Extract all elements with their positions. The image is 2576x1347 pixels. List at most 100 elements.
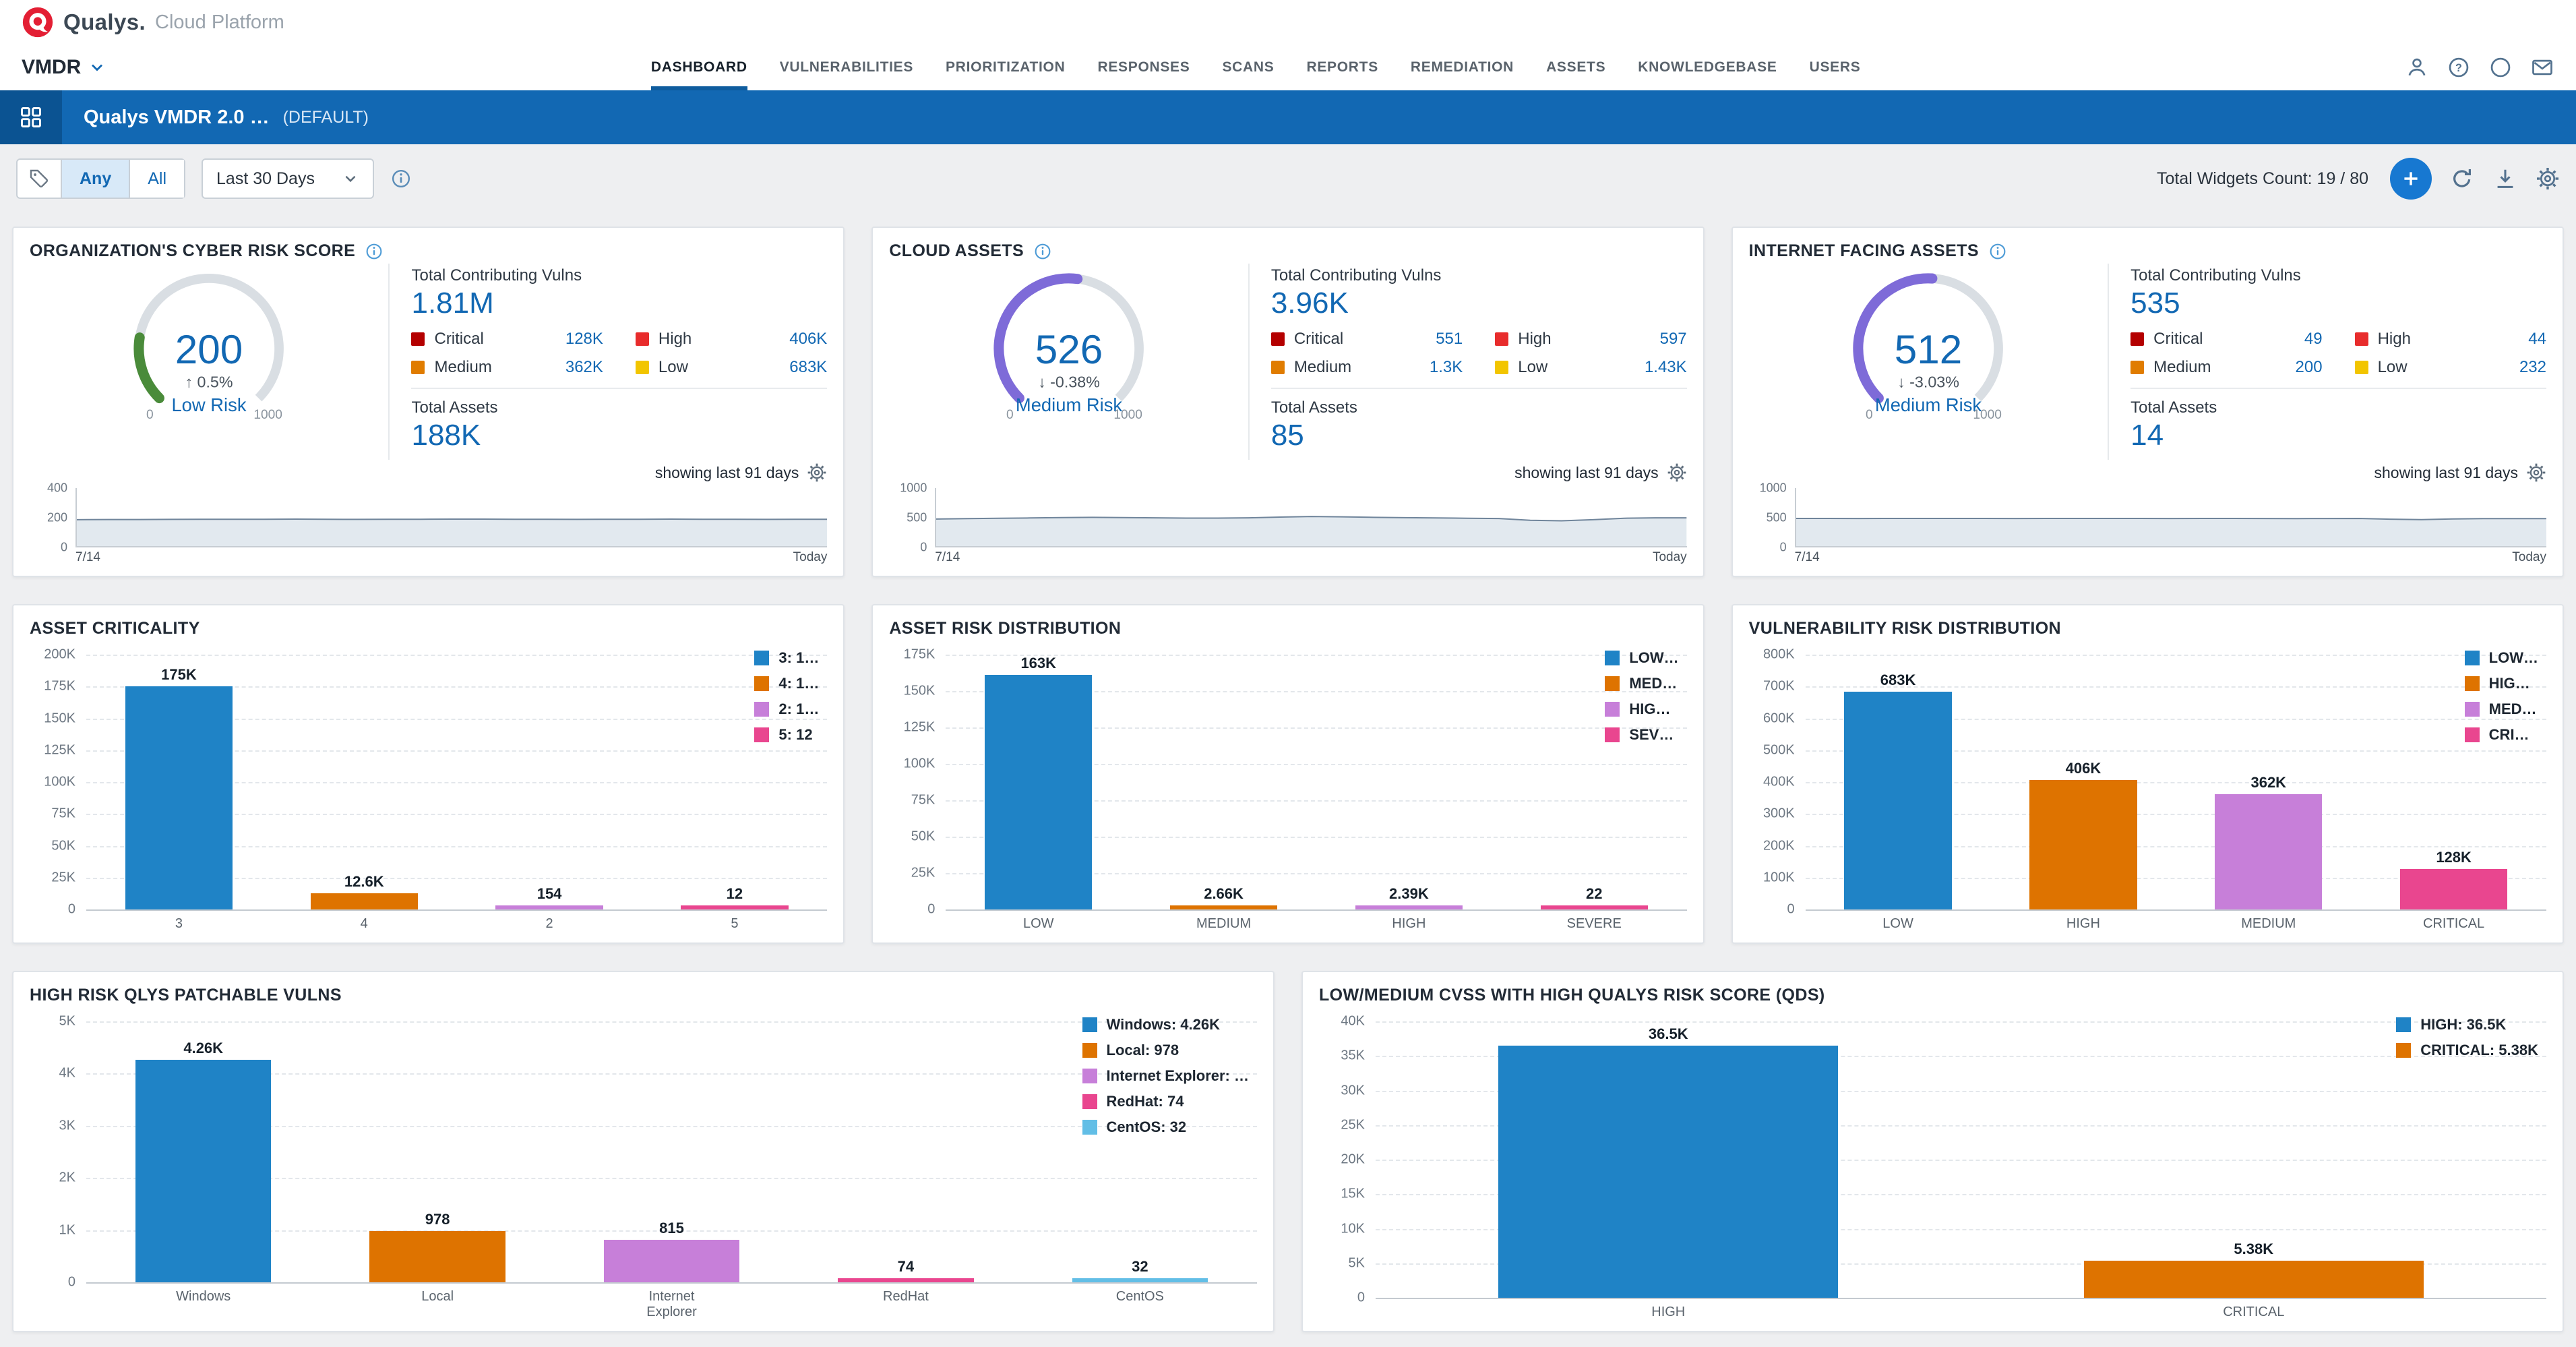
bar-3[interactable] [125, 686, 233, 909]
legend-item[interactable]: Internet Explorer: … [1082, 1067, 1249, 1085]
assets-value[interactable]: 85 [1271, 419, 1687, 452]
legend-item[interactable]: CRITICAL: 5.38K [2396, 1042, 2538, 1059]
bar-high[interactable] [1355, 905, 1463, 909]
legend-item[interactable]: Windows: 4.26K [1082, 1016, 1249, 1034]
nav-item-knowledgebase[interactable]: KNOWLEDGEBASE [1638, 44, 1777, 90]
severity-count-link[interactable]: 1.3K [1430, 358, 1463, 377]
bar-internet-explorer[interactable] [604, 1240, 739, 1282]
bar-redhat[interactable] [838, 1278, 973, 1282]
nav-item-remediation[interactable]: REMEDIATION [1411, 44, 1514, 90]
vulns-value[interactable]: 535 [2130, 287, 2546, 320]
bar-medium[interactable] [2215, 794, 2322, 909]
assets-value[interactable]: 188K [411, 419, 827, 452]
refresh-button[interactable] [2449, 166, 2475, 191]
widget-title[interactable]: ORGANIZATION'S CYBER RISK SCORE [30, 241, 355, 261]
severity-count-link[interactable]: 200 [2296, 358, 2323, 377]
vulns-value[interactable]: 3.96K [1271, 287, 1687, 320]
widget-settings-icon[interactable] [807, 462, 827, 483]
nav-item-dashboard[interactable]: DASHBOARD [651, 44, 747, 90]
severity-count-link[interactable]: 683K [789, 358, 827, 377]
severity-count-link[interactable]: 44 [2528, 330, 2546, 349]
bar-low[interactable] [1844, 692, 1951, 909]
legend-item[interactable]: 4: 1… [754, 675, 819, 692]
legend-item[interactable]: HIGH: 36.5K [2396, 1016, 2538, 1034]
severity-count-link[interactable]: 232 [2519, 358, 2546, 377]
severity-count-link[interactable]: 597 [1660, 330, 1687, 349]
severity-count-link[interactable]: 551 [1436, 330, 1463, 349]
y-axis: 200K175K150K125K100K75K50K25K0 [30, 655, 86, 909]
bar-2[interactable] [495, 905, 603, 909]
severity-count-link[interactable]: 362K [565, 358, 603, 377]
legend-item[interactable]: HIG… [1605, 700, 1678, 718]
x-axis-label-text: HIGH [1392, 916, 1425, 932]
legend-item[interactable]: 3: 1… [754, 649, 819, 667]
legend-label: SEV… [1629, 726, 1674, 744]
help-icon[interactable]: ? [2447, 55, 2471, 80]
bar-high[interactable] [1498, 1046, 1838, 1298]
legend-item[interactable]: Local: 978 [1082, 1042, 1249, 1059]
info-icon[interactable] [365, 242, 384, 261]
bar-high[interactable] [2029, 780, 2137, 909]
nav-item-assets[interactable]: ASSETS [1546, 44, 1605, 90]
nav-item-vulnerabilities[interactable]: VULNERABILITIES [780, 44, 913, 90]
legend-label: 5: 12 [778, 726, 812, 744]
info-icon[interactable] [1033, 242, 1052, 261]
status-circle-icon[interactable] [2488, 55, 2513, 80]
nav-item-responses[interactable]: RESPONSES [1097, 44, 1190, 90]
widget-title[interactable]: HIGH RISK QLYS PATCHABLE VULNS [30, 986, 342, 1005]
severity-count-link[interactable]: 1.43K [1645, 358, 1687, 377]
legend-item[interactable]: 2: 1… [754, 700, 819, 718]
add-widget-button[interactable] [2390, 158, 2432, 200]
widget-title[interactable]: LOW/MEDIUM CVSS WITH HIGH QUALYS RISK SC… [1319, 986, 1825, 1005]
settings-button[interactable] [2536, 167, 2560, 191]
bar-centos[interactable] [1072, 1278, 1208, 1282]
info-icon[interactable] [390, 168, 412, 189]
legend-item[interactable]: CentOS: 32 [1082, 1118, 1249, 1136]
legend-item[interactable]: RedHat: 74 [1082, 1093, 1249, 1110]
app-switcher[interactable]: VMDR [22, 44, 106, 90]
vulns-value[interactable]: 1.81M [411, 287, 827, 320]
bar-low[interactable] [985, 675, 1092, 909]
time-range-select[interactable]: Last 30 Days [202, 158, 374, 199]
widget-title[interactable]: ASSET CRITICALITY [30, 619, 200, 638]
dashboard-title[interactable]: Qualys VMDR 2.0 … [84, 107, 270, 129]
legend-item[interactable]: SEV… [1605, 726, 1678, 744]
widget-title[interactable]: ASSET RISK DISTRIBUTION [889, 619, 1121, 638]
legend-item[interactable]: HIG… [2465, 675, 2538, 692]
download-button[interactable] [2492, 166, 2518, 191]
nav-item-reports[interactable]: REPORTS [1306, 44, 1378, 90]
tag-match-all-button[interactable]: All [129, 160, 184, 198]
widget-title[interactable]: INTERNET FACING ASSETS [1749, 241, 1979, 261]
bar-local[interactable] [369, 1231, 505, 1282]
assets-value[interactable]: 14 [2130, 419, 2546, 452]
legend-item[interactable]: CRI… [2465, 726, 2538, 744]
widget-settings-icon[interactable] [2526, 462, 2546, 483]
legend-item[interactable]: MED… [2465, 700, 2538, 718]
stats-divider [2130, 388, 2546, 389]
bar-medium[interactable] [1170, 905, 1277, 909]
widget-settings-icon[interactable] [1667, 462, 1687, 483]
bar-severe[interactable] [1541, 905, 1648, 909]
legend-item[interactable]: LOW… [2465, 649, 2538, 667]
nav-item-scans[interactable]: SCANS [1222, 44, 1274, 90]
dashboard-grid-icon[interactable] [0, 90, 62, 144]
bar-critical[interactable] [2400, 869, 2507, 909]
widget-title[interactable]: CLOUD ASSETS [889, 241, 1024, 261]
nav-item-users[interactable]: USERS [1810, 44, 1861, 90]
bar-5[interactable] [681, 905, 788, 909]
bar-4[interactable] [311, 893, 418, 909]
legend-item[interactable]: 5: 12 [754, 726, 819, 744]
widget-title[interactable]: VULNERABILITY RISK DISTRIBUTION [1749, 619, 2061, 638]
severity-count-link[interactable]: 49 [2304, 330, 2323, 349]
legend-item[interactable]: MED… [1605, 675, 1678, 692]
severity-count-link[interactable]: 128K [565, 330, 603, 349]
severity-count-link[interactable]: 406K [789, 330, 827, 349]
bar-critical[interactable] [2084, 1261, 2424, 1298]
mail-icon[interactable] [2530, 55, 2554, 80]
bar-windows[interactable] [135, 1060, 271, 1282]
legend-item[interactable]: LOW… [1605, 649, 1678, 667]
tag-match-any-button[interactable]: Any [61, 160, 129, 198]
nav-item-prioritization[interactable]: PRIORITIZATION [946, 44, 1065, 90]
info-icon[interactable] [1988, 242, 2007, 261]
user-icon[interactable] [2405, 55, 2429, 80]
